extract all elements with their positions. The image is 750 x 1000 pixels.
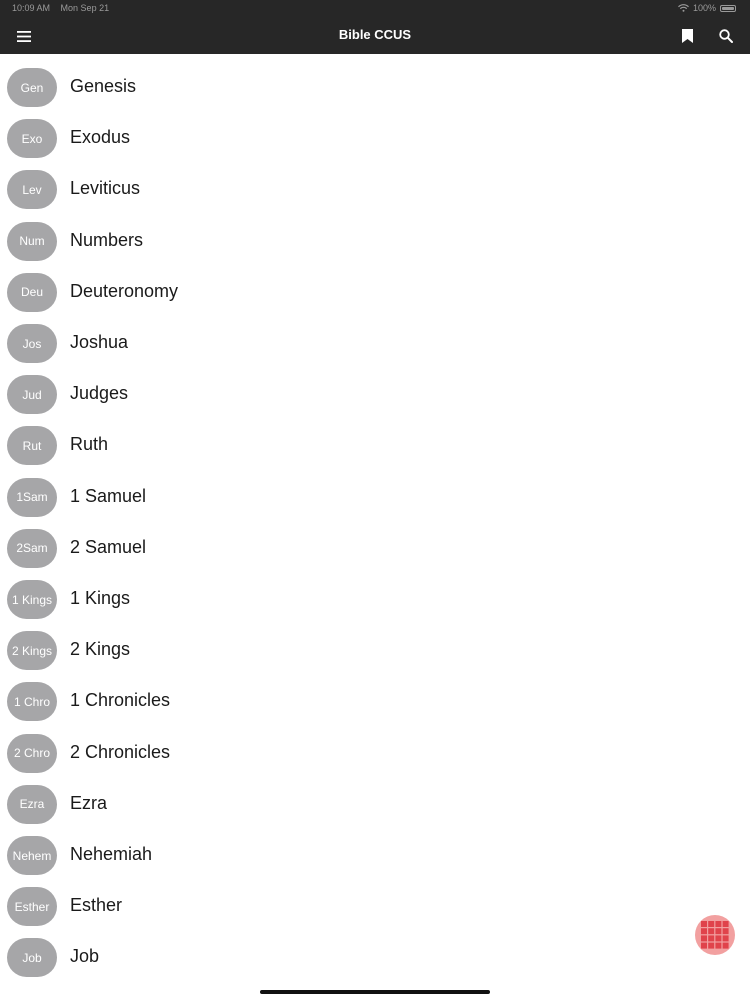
book-abbreviation-badge: Jud	[7, 375, 57, 415]
book-list: Gen Genesis Exo Exodus Lev Leviticus Num Number…	[0, 54, 750, 1000]
book-row[interactable]: 1 Kings 1 Kings	[0, 574, 750, 625]
grid-cell	[722, 935, 729, 942]
book-name: 1 Kings	[70, 588, 131, 608]
book-name: 1 Samuel	[70, 485, 147, 506]
search-icon	[719, 29, 733, 43]
battery-percent: 100%	[692, 3, 716, 13]
book-row[interactable]: Job Job	[0, 932, 750, 983]
grid-cell	[708, 928, 715, 935]
grid-cell	[701, 921, 707, 927]
status-left: 10:09 AM Mon Sep 21	[12, 3, 117, 13]
grid-cell	[708, 935, 715, 942]
grid-cell	[722, 928, 729, 935]
home-indicator	[260, 990, 490, 994]
book-abbreviation-badge: 1 Kings	[7, 580, 57, 619]
book-name: 2 Chronicles	[70, 741, 171, 762]
book-name: Numbers	[70, 229, 144, 250]
book-row[interactable]: Ezra Ezra	[0, 779, 750, 830]
book-row[interactable]: 1 Chro 1 Chronicles	[0, 676, 750, 727]
grid-cell	[715, 935, 722, 942]
book-name: Ruth	[70, 434, 109, 455]
book-name: Leviticus	[70, 178, 141, 199]
book-name: Deuteronomy	[70, 280, 179, 301]
book-row[interactable]: Rut Ruth	[0, 420, 750, 471]
book-abbreviation-badge: Exo	[7, 119, 57, 159]
book-abbreviation-badge: Esther	[7, 887, 57, 927]
book-name: Ezra	[70, 792, 108, 813]
book-row[interactable]: Lev Leviticus	[0, 164, 750, 215]
book-name: Joshua	[70, 332, 129, 352]
grid-cell	[715, 921, 722, 927]
book-abbreviation-badge: Num	[7, 221, 57, 261]
book-row[interactable]: 1Sam 1 Samuel	[0, 472, 750, 523]
book-abbreviation-badge: Jos	[7, 324, 57, 363]
book-row[interactable]: Jos Joshua	[0, 318, 750, 369]
book-abbreviation-badge: 1Sam	[7, 477, 57, 517]
grid-cell	[715, 942, 722, 949]
battery-icon	[720, 4, 736, 12]
app-screen: 10:09 AM Mon Sep 21 100% Bible CCUS Gen …	[0, 0, 750, 1000]
book-row[interactable]: Nehem Nehemiah	[0, 830, 750, 881]
book-abbreviation-badge: 2 Chro	[7, 733, 57, 773]
status-time: 10:09 AM	[12, 3, 51, 13]
book-abbreviation-badge: 2Sam	[7, 528, 57, 568]
grid-cell	[722, 942, 729, 949]
book-row[interactable]: 2 Chro 2 Chronicles	[0, 728, 750, 779]
book-abbreviation-badge: Deu	[7, 272, 57, 312]
book-abbreviation-badge: 1 Chro	[7, 682, 57, 722]
bookmark-button[interactable]	[675, 24, 699, 48]
book-name: Job	[70, 946, 100, 967]
book-name: Judges	[70, 383, 129, 404]
grid-cell	[701, 942, 707, 949]
nav-row: Bible CCUS	[0, 18, 750, 54]
status-date: Mon Sep 21	[60, 3, 110, 13]
book-abbreviation-badge: Lev	[7, 170, 57, 210]
grid-cell	[708, 921, 715, 927]
grid-icon	[701, 921, 729, 949]
grid-cell	[701, 935, 707, 942]
book-row[interactable]: Deu Deuteronomy	[0, 267, 750, 318]
book-row[interactable]: Exo Exodus	[0, 113, 750, 164]
book-abbreviation-badge: Nehem	[7, 836, 57, 875]
book-row[interactable]: Esther Esther	[0, 881, 750, 932]
book-name: Esther	[70, 895, 123, 916]
book-grid-button[interactable]	[695, 915, 735, 955]
book-row[interactable]: Gen Genesis	[0, 62, 750, 113]
wifi-icon	[678, 4, 689, 12]
search-button[interactable]	[714, 24, 738, 48]
book-name: 1 Chronicles	[70, 690, 171, 711]
grid-cell	[701, 928, 707, 935]
book-row[interactable]: Jud Judges	[0, 369, 750, 420]
book-abbreviation-badge: Job	[7, 938, 57, 978]
book-name: 2 Kings	[70, 639, 131, 660]
book-row[interactable]: 2 Kings 2 Kings	[0, 625, 750, 676]
book-name: Exodus	[70, 127, 131, 148]
book-abbreviation-badge: Gen	[7, 68, 57, 107]
status-right: 100%	[678, 3, 736, 13]
book-row[interactable]: 2Sam 2 Samuel	[0, 523, 750, 574]
book-name: Nehemiah	[70, 844, 153, 864]
grid-cell	[722, 921, 729, 927]
book-abbreviation-badge: Ezra	[7, 784, 57, 824]
status-bar: 10:09 AM Mon Sep 21 100%	[0, 0, 750, 18]
book-row[interactable]: Num Numbers	[0, 216, 750, 267]
book-name: 2 Samuel	[70, 536, 147, 557]
grid-cell	[715, 928, 722, 935]
top-bar: 10:09 AM Mon Sep 21 100% Bible CCUS	[0, 0, 750, 54]
page-title: Bible CCUS	[338, 27, 412, 42]
bookmark-icon	[681, 29, 693, 43]
book-name: Genesis	[70, 76, 137, 96]
book-abbreviation-badge: 2 Kings	[7, 631, 57, 671]
book-abbreviation-badge: Rut	[7, 426, 57, 466]
grid-cell	[708, 942, 715, 949]
